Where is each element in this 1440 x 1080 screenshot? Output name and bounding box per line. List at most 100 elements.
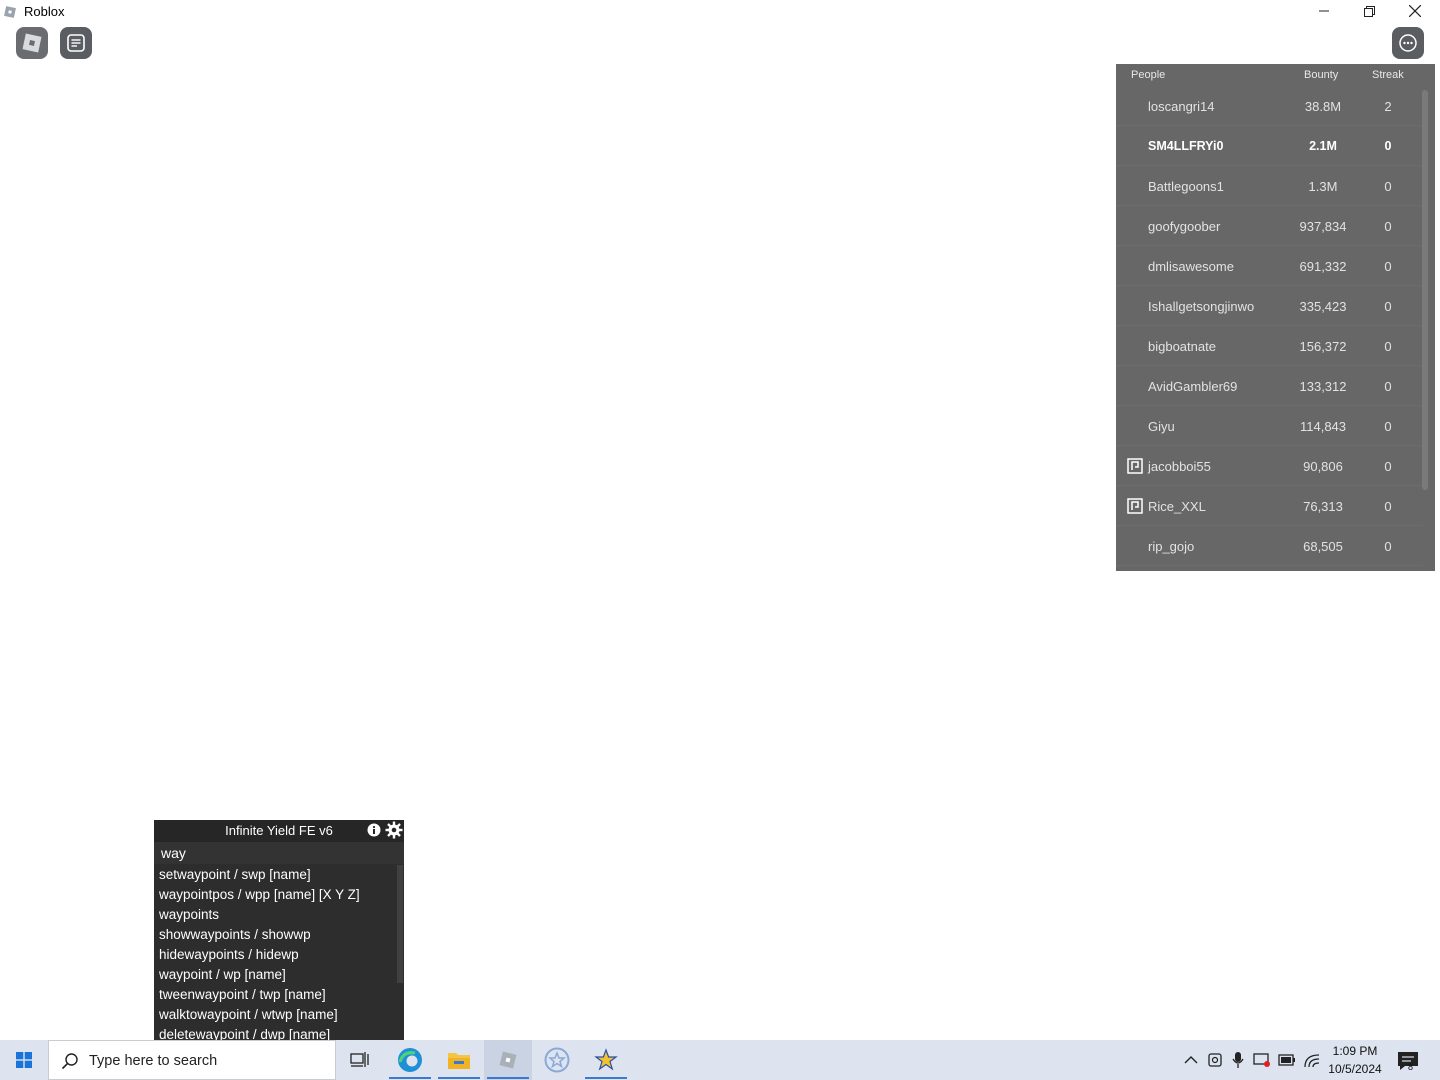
player-bounty: 2.1M [1309, 139, 1337, 153]
player-streak: 0 [1384, 139, 1392, 153]
player-streak: 0 [1384, 539, 1392, 554]
taskbar-search-box[interactable]: Type here to search [48, 1040, 336, 1080]
taskbar-edge[interactable] [386, 1040, 434, 1080]
command-suggestion[interactable]: waypoint / wp [name] [154, 965, 397, 985]
camera-icon [1208, 1053, 1222, 1067]
player-streak: 0 [1384, 499, 1392, 514]
player-streak: 0 [1384, 259, 1392, 274]
show-hidden-icons-button[interactable] [1182, 1051, 1200, 1069]
player-bounty: 691,332 [1299, 259, 1347, 274]
player-name: bigboatnate [1148, 339, 1216, 354]
leaderboard-row[interactable]: AvidGambler69 133,312 0 [1116, 366, 1423, 406]
command-bar [154, 842, 404, 864]
folder-icon [448, 1053, 470, 1069]
pinned-star-icon [594, 1048, 618, 1071]
window-titlebar: Roblox [0, 0, 1440, 24]
leaderboard-row[interactable]: Giyu 114,843 0 [1116, 406, 1423, 446]
leaderboard-row[interactable]: jacobboi55 90,806 0 [1116, 446, 1423, 486]
player-streak: 0 [1384, 179, 1392, 194]
command-suggestion[interactable]: waypointpos / wpp [name] [X Y Z] [154, 885, 397, 905]
chevron-up-icon [1184, 1056, 1198, 1064]
player-bounty: 335,423 [1299, 299, 1347, 314]
taskbar: Type here to search 1:09 PM 10/5/2024 8 [0, 1040, 1440, 1080]
command-suggestion[interactable]: waypoints [154, 905, 397, 925]
roblox-menu-button[interactable] [16, 27, 48, 59]
player-name: dmlisawesome [1148, 259, 1234, 274]
info-icon[interactable] [367, 823, 381, 837]
roblox-icon [4, 6, 16, 18]
player-streak: 0 [1384, 299, 1392, 314]
player-bounty: 76,313 [1303, 499, 1343, 514]
command-suggestion[interactable]: hidewaypoints / hidewp [154, 945, 397, 965]
leaderboard-rows: loscangri14 38.8M 2 SM4LLFRYi0 2.1M 0 Battlego… [1116, 86, 1423, 566]
gear-icon[interactable] [385, 821, 403, 839]
explorer-running-indicator [438, 1077, 480, 1079]
premium-icon [1127, 498, 1143, 514]
command-suggestion[interactable]: setwaypoint / swp [name] [154, 865, 397, 885]
player-name: AvidGambler69 [1148, 379, 1238, 394]
player-name: Rice_XXL [1148, 499, 1206, 514]
leaderboard-scrollbar[interactable] [1422, 90, 1428, 490]
wifi-icon [1304, 1054, 1320, 1068]
leaderboard-row[interactable]: goofygoober 937,834 0 [1116, 206, 1423, 246]
taskbar-roblox[interactable] [484, 1040, 532, 1080]
tray-meet-button[interactable] [1206, 1051, 1224, 1069]
command-suggestion[interactable]: deletewaypoint / dwp [name] [154, 1025, 397, 1040]
streak-column-header: Streak [1372, 69, 1404, 81]
player-streak: 2 [1384, 99, 1392, 114]
leaderboard-row[interactable]: Ishallgetsongjinwo 335,423 0 [1116, 286, 1423, 326]
player-streak: 0 [1384, 379, 1392, 394]
player-bounty: 90,806 [1303, 459, 1343, 474]
player-name: goofygoober [1148, 219, 1221, 234]
infinite-yield-panel: Infinite Yield FE v6 setwaypoint / swp [… [154, 820, 404, 1040]
leaderboard-row[interactable]: bigboatnate 156,372 0 [1116, 326, 1423, 366]
player-streak: 0 [1384, 219, 1392, 234]
command-input[interactable] [159, 843, 403, 863]
panel-title-bar[interactable]: Infinite Yield FE v6 [154, 820, 404, 842]
star-app-icon [544, 1047, 570, 1073]
command-suggestion[interactable]: walktowaypoint / wtwp [name] [154, 1005, 397, 1025]
leaderboard-row[interactable]: dmlisawesome 691,332 0 [1116, 246, 1423, 286]
restore-button[interactable] [1346, 0, 1392, 22]
leaderboard-row[interactable]: Rice_XXL 76,313 0 [1116, 486, 1423, 526]
minimize-icon [1319, 10, 1329, 12]
task-view-button[interactable] [336, 1040, 384, 1080]
roblox-icon [499, 1051, 517, 1069]
search-icon [61, 1053, 78, 1070]
clock-time[interactable]: 1:09 PM [1326, 1044, 1384, 1058]
windows-icon [16, 1052, 32, 1068]
leaderboard-row[interactable]: rip_gojo 68,505 0 [1116, 526, 1423, 566]
player-bounty: 38.8M [1304, 99, 1342, 114]
taskbar-file-explorer[interactable] [435, 1040, 483, 1080]
player-bounty: 156,372 [1299, 339, 1347, 354]
edge-icon [398, 1048, 422, 1072]
edge-running-indicator [389, 1077, 431, 1079]
restore-icon [1363, 5, 1375, 17]
more-options-button[interactable] [1392, 27, 1424, 59]
taskbar-star-app[interactable] [533, 1040, 581, 1080]
tray-network-button[interactable] [1303, 1051, 1321, 1069]
player-streak: 0 [1384, 339, 1392, 354]
tray-display-button[interactable] [1253, 1051, 1271, 1069]
player-name: rip_gojo [1148, 539, 1195, 554]
taskbar-pinned-app[interactable] [582, 1040, 630, 1080]
player-streak: 0 [1384, 459, 1392, 474]
player-bounty: 68,505 [1303, 539, 1343, 554]
command-suggestion[interactable]: showwaypoints / showwp [154, 925, 397, 945]
minimize-button[interactable] [1301, 0, 1347, 22]
player-name: Ishallgetsongjinwo [1148, 299, 1255, 314]
clock-date[interactable]: 10/5/2024 [1326, 1062, 1384, 1076]
tray-battery-button[interactable] [1278, 1051, 1296, 1069]
leaderboard-row[interactable]: Battlegoons1 1.3M 0 [1116, 166, 1423, 206]
player-bounty: 133,312 [1299, 379, 1347, 394]
suggestions-scrollbar[interactable] [397, 865, 403, 983]
close-button[interactable] [1392, 0, 1438, 22]
command-suggestion[interactable]: tweenwaypoint / twp [name] [154, 985, 397, 1005]
start-button[interactable] [0, 1040, 48, 1080]
more-icon [1399, 34, 1417, 52]
chat-button[interactable] [60, 27, 92, 59]
tray-microphone-button[interactable] [1229, 1051, 1247, 1069]
leaderboard-row[interactable]: SM4LLFRYi0 2.1M 0 [1116, 126, 1423, 166]
leaderboard-row[interactable]: loscangri14 38.8M 2 [1116, 86, 1423, 126]
player-name: SM4LLFRYi0 [1148, 139, 1224, 153]
